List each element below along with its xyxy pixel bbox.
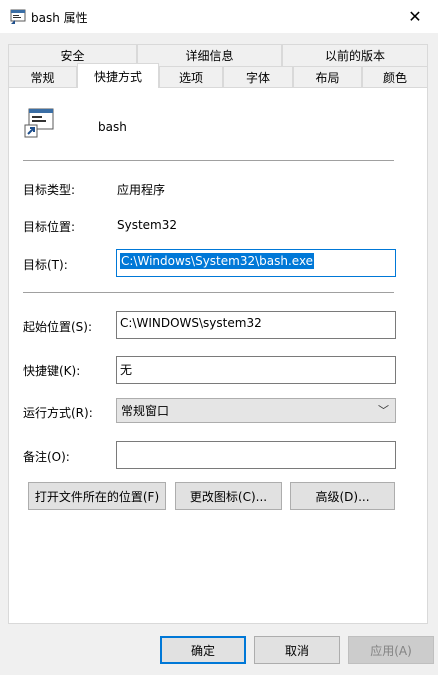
target-type-label: 目标类型:	[23, 183, 76, 197]
target-label: 目标(T):	[23, 258, 68, 272]
tab-general[interactable]: 常规	[8, 66, 77, 88]
start-in-value: C:\WINDOWS\system32	[120, 316, 262, 330]
bash-shortcut-icon	[24, 108, 54, 138]
target-location-value: System32	[117, 218, 178, 232]
shortcut-name: bash	[98, 120, 127, 134]
advanced-button[interactable]: 高级(D)...	[290, 482, 395, 510]
hotkey-value: 无	[120, 363, 133, 377]
separator	[23, 292, 394, 293]
target-type-value: 应用程序	[117, 183, 166, 197]
start-in-input[interactable]: C:\WINDOWS\system32	[116, 311, 396, 339]
run-select[interactable]: 常规窗口 ﹀	[116, 398, 396, 423]
bash-app-icon	[10, 9, 26, 24]
run-value: 常规窗口	[121, 404, 170, 418]
run-label: 运行方式(R):	[23, 406, 93, 420]
close-icon: ✕	[408, 7, 422, 26]
tab-options[interactable]: 选项	[159, 66, 223, 88]
tab-font[interactable]: 字体	[223, 66, 293, 88]
target-value: C:\Windows\System32\bash.exe	[120, 253, 315, 269]
apply-button[interactable]: 应用(A)	[348, 636, 434, 664]
tab-previous-versions[interactable]: 以前的版本	[282, 44, 428, 66]
ok-button[interactable]: 确定	[160, 636, 246, 664]
start-in-label: 起始位置(S):	[23, 320, 93, 334]
chevron-down-icon: ﹀	[378, 404, 389, 417]
comment-label: 备注(O):	[23, 450, 70, 464]
close-button[interactable]: ✕	[392, 0, 438, 33]
cancel-button[interactable]: 取消	[254, 636, 340, 664]
tab-shortcut[interactable]: 快捷方式	[77, 63, 159, 88]
tab-colors[interactable]: 颜色	[362, 66, 428, 88]
comment-input[interactable]	[116, 441, 396, 469]
tab-layout[interactable]: 布局	[293, 66, 362, 88]
title-bar: bash 属性 ✕	[0, 0, 438, 33]
window-title: bash 属性	[31, 11, 88, 25]
separator	[23, 160, 394, 161]
target-input[interactable]: C:\Windows\System32\bash.exe	[116, 249, 396, 277]
change-icon-button[interactable]: 更改图标(C)...	[175, 482, 282, 510]
open-file-location-button[interactable]: 打开文件所在的位置(F)	[28, 482, 166, 510]
target-location-label: 目标位置:	[23, 220, 76, 234]
hotkey-label: 快捷键(K):	[23, 364, 81, 378]
hotkey-input[interactable]: 无	[116, 356, 396, 384]
